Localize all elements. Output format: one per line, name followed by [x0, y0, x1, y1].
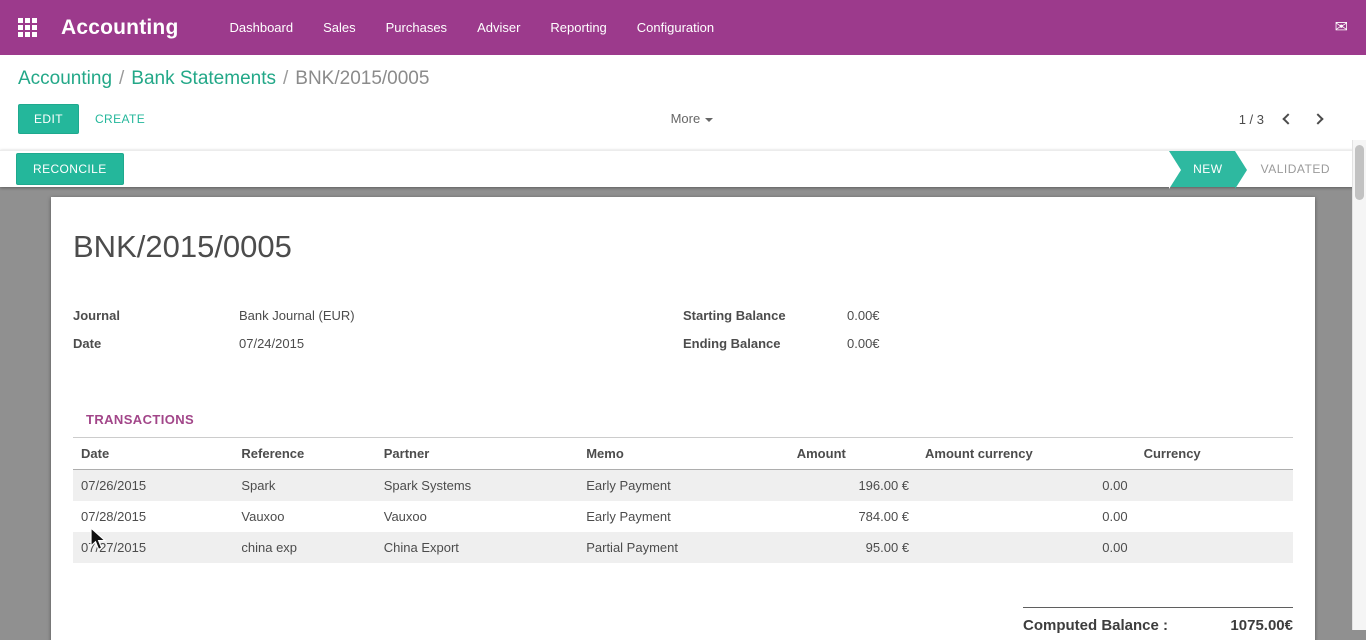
caret-down-icon — [705, 118, 713, 122]
date-value: 07/24/2015 — [239, 335, 304, 353]
col-memo: Memo — [578, 438, 789, 470]
breadcrumb-bank-statements[interactable]: Bank Statements — [131, 68, 276, 89]
statement-line-row[interactable]: 07/27/2015 china exp China Export Partia… — [73, 532, 1293, 563]
status-steps: NEW VALIDATED — [1169, 151, 1340, 187]
status-step-validated[interactable]: VALIDATED — [1235, 151, 1340, 187]
apps-grid-icon[interactable] — [18, 18, 37, 37]
starting-balance-label: Starting Balance — [683, 307, 847, 325]
cell-amount: 784.00 € — [789, 501, 917, 532]
messages-envelope-icon[interactable]: ✉ — [1335, 20, 1348, 36]
col-partner: Partner — [376, 438, 578, 470]
pager-count[interactable]: 1 / 3 — [1239, 112, 1264, 127]
computed-balance-label: Computed Balance : — [1023, 617, 1168, 634]
menu-reporting[interactable]: Reporting — [535, 20, 621, 35]
breadcrumb: Accounting/Bank Statements/BNK/2015/0005 — [0, 55, 1366, 94]
field-group-right: Starting Balance 0.00€ Ending Balance 0.… — [683, 307, 1293, 363]
field-ending-balance: Ending Balance 0.00€ — [683, 335, 1293, 353]
breadcrumb-current-record: BNK/2015/0005 — [295, 68, 429, 89]
more-dropdown-wrap: More — [145, 110, 1239, 128]
breadcrumb-separator: / — [112, 68, 131, 89]
col-amount: Amount — [789, 438, 917, 470]
form-toolbar: EDIT CREATE More 1 / 3 — [0, 94, 1366, 150]
cell-memo: Partial Payment — [578, 532, 789, 563]
cell-amount: 196.00 € — [789, 470, 917, 502]
col-amount-currency: Amount currency — [917, 438, 1136, 470]
field-journal: Journal Bank Journal (EUR) — [73, 307, 683, 325]
cell-currency — [1136, 532, 1293, 563]
pager-previous-icon[interactable] — [1282, 113, 1293, 124]
date-label: Date — [73, 335, 239, 353]
statement-line-row[interactable]: 07/26/2015 Spark Spark Systems Early Pay… — [73, 470, 1293, 502]
computed-balance-value: 1075.00€ — [1230, 617, 1293, 634]
cell-date: 07/27/2015 — [73, 532, 233, 563]
breadcrumb-accounting[interactable]: Accounting — [18, 68, 112, 89]
ending-balance-value: 0.00€ — [847, 335, 880, 353]
statement-lines-table: Date Reference Partner Memo Amount Amoun… — [73, 438, 1293, 563]
menu-configuration[interactable]: Configuration — [622, 20, 729, 35]
journal-value: Bank Journal (EUR) — [239, 307, 355, 325]
cell-amount: 95.00 € — [789, 532, 917, 563]
cell-date: 07/28/2015 — [73, 501, 233, 532]
menu-purchases[interactable]: Purchases — [371, 20, 462, 35]
cell-reference: china exp — [233, 532, 375, 563]
cell-amount-currency: 0.00 — [917, 532, 1136, 563]
vertical-scrollbar[interactable] — [1352, 140, 1366, 630]
cell-memo: Early Payment — [578, 501, 789, 532]
menu-dashboard[interactable]: Dashboard — [215, 20, 309, 35]
transactions-section-title: TRANSACTIONS — [86, 412, 194, 427]
cell-currency — [1136, 470, 1293, 502]
more-dropdown[interactable]: More — [671, 111, 714, 126]
breadcrumb-separator: / — [276, 68, 295, 89]
cell-partner: Spark Systems — [376, 470, 578, 502]
scrollbar-thumb[interactable] — [1355, 145, 1364, 200]
cell-partner: China Export — [376, 532, 578, 563]
cell-reference: Spark — [233, 470, 375, 502]
cell-date: 07/26/2015 — [73, 470, 233, 502]
form-sheet: BNK/2015/0005 Journal Bank Journal (EUR)… — [51, 197, 1315, 640]
cell-reference: Vauxoo — [233, 501, 375, 532]
status-step-new[interactable]: NEW — [1169, 151, 1235, 187]
more-label: More — [671, 111, 701, 126]
ending-balance-label: Ending Balance — [683, 335, 847, 353]
cell-currency — [1136, 501, 1293, 532]
journal-label: Journal — [73, 307, 239, 325]
cell-partner: Vauxoo — [376, 501, 578, 532]
field-groups: Journal Bank Journal (EUR) Date 07/24/20… — [73, 307, 1293, 363]
menu-adviser[interactable]: Adviser — [462, 20, 535, 35]
field-date: Date 07/24/2015 — [73, 335, 683, 353]
table-header-row: Date Reference Partner Memo Amount Amoun… — [73, 438, 1293, 470]
col-date: Date — [73, 438, 233, 470]
statusbar: RECONCILE NEW VALIDATED — [0, 150, 1366, 187]
main-menu: Dashboard Sales Purchases Adviser Report… — [215, 20, 730, 35]
form-view-backdrop: BNK/2015/0005 Journal Bank Journal (EUR)… — [0, 187, 1366, 640]
cell-memo: Early Payment — [578, 470, 789, 502]
field-starting-balance: Starting Balance 0.00€ — [683, 307, 1293, 325]
pager-next-icon[interactable] — [1312, 113, 1323, 124]
record-pager: 1 / 3 — [1239, 112, 1322, 127]
statement-title: BNK/2015/0005 — [73, 197, 1293, 265]
cell-amount-currency: 0.00 — [917, 501, 1136, 532]
starting-balance-value: 0.00€ — [847, 307, 880, 325]
reconcile-button[interactable]: RECONCILE — [16, 153, 124, 185]
create-button[interactable]: CREATE — [95, 112, 145, 126]
top-navbar: Accounting Dashboard Sales Purchases Adv… — [0, 0, 1366, 55]
statement-line-row[interactable]: 07/28/2015 Vauxoo Vauxoo Early Payment 7… — [73, 501, 1293, 532]
cell-amount-currency: 0.00 — [917, 470, 1136, 502]
col-reference: Reference — [233, 438, 375, 470]
col-currency: Currency — [1136, 438, 1293, 470]
app-title[interactable]: Accounting — [61, 16, 179, 40]
edit-button[interactable]: EDIT — [18, 104, 79, 134]
transactions-section-header: TRANSACTIONS — [73, 411, 1293, 438]
menu-sales[interactable]: Sales — [308, 20, 371, 35]
field-group-left: Journal Bank Journal (EUR) Date 07/24/20… — [73, 307, 683, 363]
